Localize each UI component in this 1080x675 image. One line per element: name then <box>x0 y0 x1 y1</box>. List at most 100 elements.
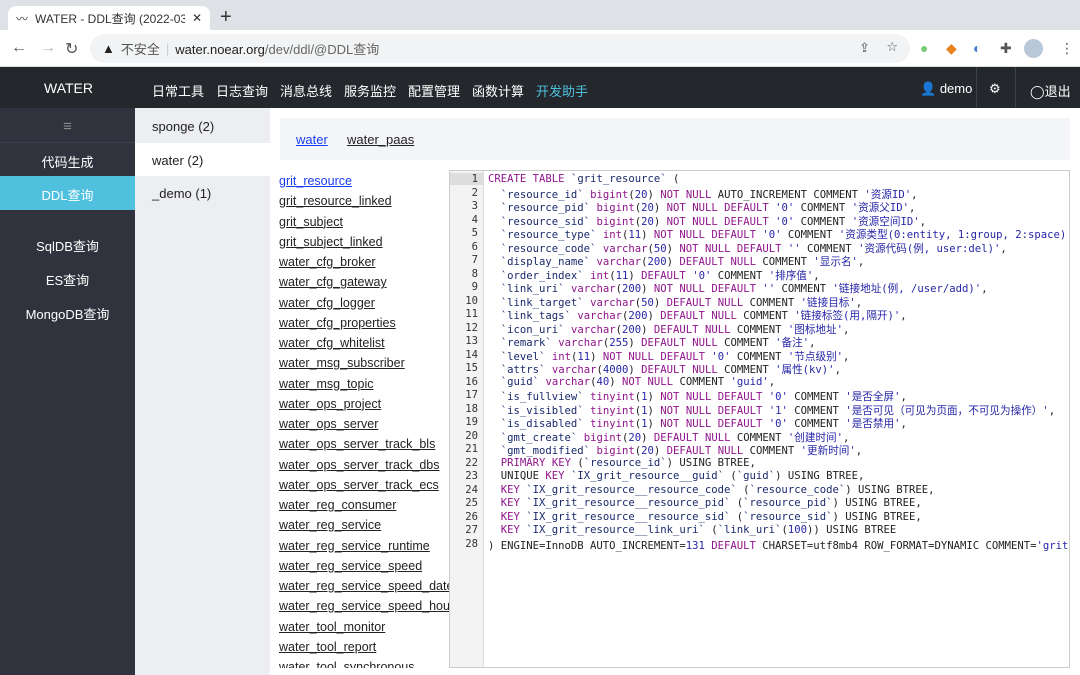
power-icon: ◯ <box>1030 84 1045 99</box>
url-host: water.noear.org <box>175 42 265 57</box>
table-link[interactable]: water_ops_server_track_bls <box>279 437 435 451</box>
close-tab-icon[interactable]: ✕ <box>192 11 202 25</box>
new-tab-button[interactable]: + <box>220 6 232 29</box>
table-link[interactable]: grit_resource <box>279 174 352 188</box>
line-number: 16 <box>465 375 478 388</box>
group-item-water[interactable]: water (2) <box>135 143 270 176</box>
code-line: ) ENGINE=InnoDB AUTO_INCREMENT=131 DEFAU… <box>488 539 1069 552</box>
table-link[interactable]: water_reg_service_speed_date <box>279 579 449 593</box>
table-link[interactable]: grit_subject <box>279 215 343 229</box>
url-path: /dev/ddl/@DDL查询 <box>264 42 380 57</box>
table-link[interactable]: water_cfg_gateway <box>279 275 387 289</box>
table-link[interactable]: water_ops_server_track_dbs <box>279 458 440 472</box>
line-number: 11 <box>465 308 478 320</box>
line-number: 9 <box>471 281 478 293</box>
nav-config[interactable]: 配置管理 <box>408 81 460 100</box>
ddl-code-editor[interactable]: 1 2 3 4 5 6 7 8 9 10 11 12 13 14 15 16 17 18 19 20 21 22 23 24 2… <box>449 170 1070 668</box>
line-number: 21 <box>465 443 478 455</box>
logout-button[interactable]: ◯退出 <box>1030 81 1071 100</box>
extensions-puzzle-icon[interactable]: ✚ <box>1000 40 1012 57</box>
code-line: KEY `IX_grit_resource__resource_pid` (`r… <box>500 497 922 509</box>
table-link[interactable]: water_msg_subscriber <box>279 356 405 370</box>
extension-swirl-icon[interactable]: ◐ <box>973 40 981 56</box>
nav-message-bus[interactable]: 消息总线 <box>280 81 332 100</box>
forward-icon[interactable]: → <box>40 39 56 57</box>
line-number: 25 <box>465 497 478 509</box>
username: demo <box>939 81 973 96</box>
url-input[interactable]: ▲ 不安全 | water.noear.org/dev/ddl/@DDL查询 ⇪… <box>90 34 910 63</box>
browser-tab[interactable]: 〰 WATER - DDL查询 (2022-03-19 ✕ <box>8 6 210 30</box>
table-link[interactable]: water_reg_consumer <box>279 498 396 512</box>
table-link[interactable]: water_tool_monitor <box>279 620 385 634</box>
app-logo[interactable]: WATER <box>44 80 93 96</box>
insecure-label: 不安全 <box>120 42 160 57</box>
db-tab-water[interactable]: water <box>296 132 328 147</box>
hamburger-menu-icon[interactable]: ≡ <box>0 118 135 135</box>
line-number: 3 <box>471 200 478 212</box>
line-number: 10 <box>465 294 478 307</box>
table-link[interactable]: water_reg_service_speed_hour <box>279 599 449 613</box>
back-icon[interactable]: ← <box>11 39 27 57</box>
reload-icon[interactable]: ↻ <box>65 39 78 59</box>
line-number-gutter: 1 2 3 4 5 6 7 8 9 10 11 12 13 14 15 16 17 18 19 20 21 22 23 24 2… <box>450 171 484 667</box>
sidebar: ≡ 代码生成 DDL查询 SqlDB查询 ES查询 MongoDB查询 <box>0 108 135 675</box>
table-link[interactable]: water_cfg_properties <box>279 316 396 330</box>
table-link[interactable]: water_ops_server_track_ecs <box>279 478 439 492</box>
line-number: 27 <box>465 524 478 536</box>
profile-avatar[interactable] <box>1024 39 1043 58</box>
sidebar-item-codegen[interactable]: 代码生成 <box>0 152 135 171</box>
database-tabs: water water_paas <box>280 118 1070 160</box>
metamask-fox-icon[interactable]: ◆ <box>946 40 957 57</box>
table-link[interactable]: water_reg_service <box>279 518 381 532</box>
table-link[interactable]: water_cfg_broker <box>279 255 376 269</box>
table-link[interactable]: water_cfg_whitelist <box>279 336 385 350</box>
settings-gears-icon[interactable]: ⚙ <box>989 81 1001 97</box>
line-number: 8 <box>471 267 478 280</box>
table-link[interactable]: water_tool_report <box>279 640 376 654</box>
menu-kebab-icon[interactable]: ⋮ <box>1060 40 1074 57</box>
code-line: UNIQUE KEY `IX_grit_resource__guid` (`gu… <box>488 470 865 482</box>
extension-circle-icon[interactable]: ● <box>920 40 928 56</box>
tab-title: WATER - DDL查询 (2022-03-19 <box>35 11 185 26</box>
table-link[interactable]: grit_resource_linked <box>279 194 392 208</box>
sidebar-item-sqldb[interactable]: SqlDB查询 <box>0 236 135 255</box>
nav-dev-assistant[interactable]: 开发助手 <box>536 81 588 100</box>
nav-log-query[interactable]: 日志查询 <box>216 81 268 100</box>
sidebar-item-ddl[interactable]: DDL查询 <box>0 176 135 210</box>
line-number: 1 <box>450 173 483 185</box>
nav-service-monitor[interactable]: 服务监控 <box>344 81 396 100</box>
table-link[interactable]: water_msg_topic <box>279 377 374 391</box>
sidebar-item-mongodb[interactable]: MongoDB查询 <box>0 304 135 323</box>
table-link[interactable]: water_ops_project <box>279 397 381 411</box>
sidebar-item-es[interactable]: ES查询 <box>0 270 135 289</box>
group-item-sponge[interactable]: sponge (2) <box>135 109 270 142</box>
user-icon: 👤 <box>920 81 937 96</box>
bookmark-star-icon[interactable]: ☆ <box>886 39 898 55</box>
nav-daily-tools[interactable]: 日常工具 <box>152 81 204 100</box>
table-link[interactable]: water_cfg_logger <box>279 296 375 310</box>
line-number: 18 <box>465 402 478 415</box>
divider <box>1015 67 1016 108</box>
line-number: 13 <box>465 335 478 347</box>
line-number: 14 <box>465 348 478 361</box>
db-tab-water-paas[interactable]: water_paas <box>347 132 414 147</box>
group-list: sponge (2) water (2) _demo (1) <box>135 108 270 675</box>
code-line: KEY `IX_grit_resource__resource_sid` (`r… <box>500 510 922 523</box>
water-favicon-icon: 〰 <box>16 11 29 26</box>
share-icon[interactable]: ⇪ <box>859 40 870 56</box>
group-item-demo[interactable]: _demo (1) <box>135 176 270 209</box>
divider <box>0 142 135 143</box>
table-link[interactable]: grit_subject_linked <box>279 235 383 249</box>
line-number: 28 <box>465 537 478 550</box>
line-number: 24 <box>465 483 478 496</box>
table-link[interactable]: water_tool_synchronous <box>279 660 415 668</box>
table-link[interactable]: water_ops_server <box>279 417 378 431</box>
line-number: 5 <box>471 227 478 239</box>
line-number: 17 <box>465 389 478 401</box>
nav-functions[interactable]: 函数计算 <box>472 81 524 100</box>
user-menu[interactable]: 👤 demo <box>920 81 972 97</box>
table-link[interactable]: water_reg_service_runtime <box>279 539 430 553</box>
line-number: 2 <box>471 186 478 199</box>
line-number: 7 <box>471 254 478 266</box>
table-link[interactable]: water_reg_service_speed <box>279 559 422 573</box>
